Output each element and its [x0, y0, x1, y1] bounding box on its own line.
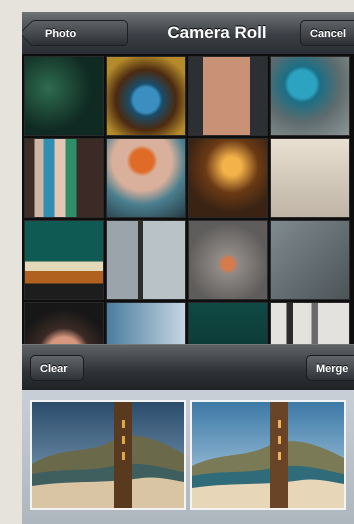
photo-torso[interactable]: [188, 56, 268, 136]
selection-toolbar: Clear Merge: [22, 344, 354, 391]
clear-button[interactable]: Clear: [30, 355, 84, 381]
coast-photo-image-2: [192, 402, 344, 508]
navigation-bar: Photo Albums Camera Roll Cancel: [22, 12, 354, 66]
selected-photos-tray: [22, 390, 354, 524]
camera-roll-screen: Photo Albums Camera Roll Cancel: [22, 12, 354, 524]
photo-dark-teal[interactable]: [188, 302, 268, 344]
photo-blue-mannequin[interactable]: [270, 56, 350, 136]
photo-man-face[interactable]: [24, 302, 104, 344]
selected-photo-coast-1[interactable]: [30, 400, 186, 510]
photo-gray-wall[interactable]: [188, 220, 268, 300]
merge-button[interactable]: Merge: [306, 355, 354, 381]
photo-wood-room[interactable]: [188, 138, 268, 218]
photo-mannequins-green[interactable]: [24, 56, 104, 136]
photo-snowy-forest[interactable]: [106, 220, 186, 300]
photo-blue-crop[interactable]: [106, 302, 186, 344]
coast-photo-image-1: [32, 402, 184, 508]
device-frame: Photo Albums Camera Roll Cancel: [0, 0, 354, 524]
selected-photo-coast-2[interactable]: [190, 400, 346, 510]
photo-building[interactable]: [270, 302, 350, 344]
photo-mannequin-row[interactable]: [24, 138, 104, 218]
photo-grid: [22, 54, 354, 344]
photo-teal-pattern[interactable]: [24, 220, 104, 300]
photo-blue-face[interactable]: [106, 56, 186, 136]
photo-gray-structure[interactable]: [270, 220, 350, 300]
photo-white-room[interactable]: [270, 138, 350, 218]
photo-mannequin-orange-hair[interactable]: [106, 138, 186, 218]
cancel-button[interactable]: Cancel: [300, 20, 354, 46]
page-title: Camera Roll: [167, 23, 267, 42]
photo-albums-back-button[interactable]: Photo Albums: [30, 20, 128, 66]
